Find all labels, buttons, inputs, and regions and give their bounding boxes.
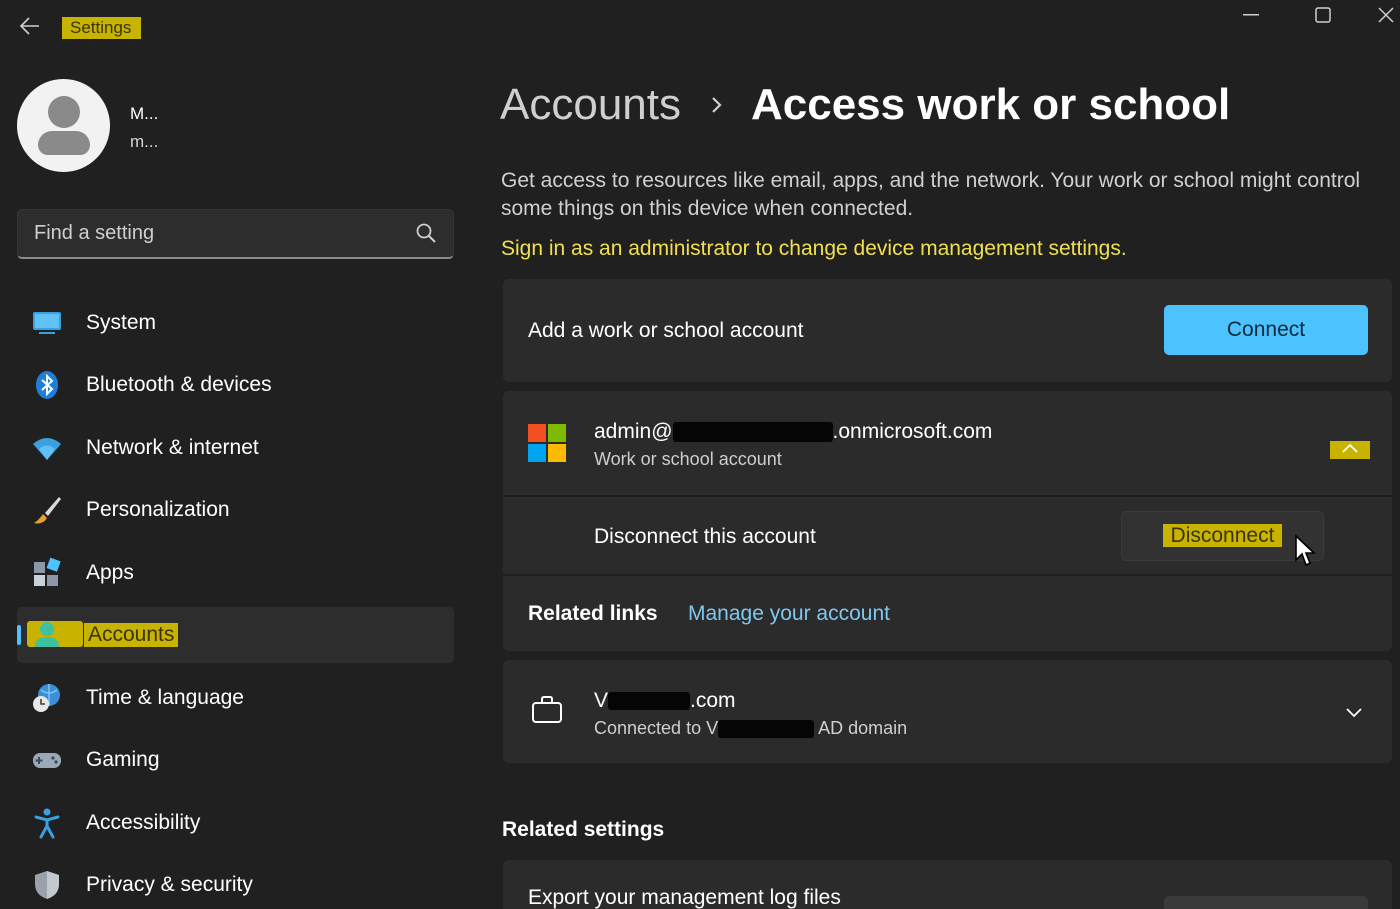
microsoft-logo-icon [528, 424, 566, 462]
chevron-right-icon [712, 97, 722, 113]
sidebar-item-label: Bluetooth & devices [86, 373, 272, 396]
account-email-prefix: admin@ [594, 420, 673, 443]
collapse-button[interactable] [1330, 435, 1370, 463]
search-icon[interactable] [415, 222, 437, 244]
accounts-icon [35, 622, 59, 647]
briefcase-icon [532, 696, 562, 723]
disconnect-button-label: Disconnect [1162, 524, 1283, 547]
account-email-suffix: .onmicrosoft.com [832, 420, 993, 443]
sidebar-item-label: Accounts [84, 623, 179, 647]
app-title: Settings [62, 17, 142, 39]
avatar [17, 79, 110, 172]
related-settings-title: Related settings [502, 818, 665, 841]
sidebar-item-bluetooth[interactable]: Bluetooth & devices [17, 357, 454, 413]
sidebar-item-gaming[interactable]: Gaming [17, 732, 454, 788]
domain-account-name: V .com [594, 689, 736, 713]
domain-name-suffix: .com [690, 689, 736, 712]
sidebar-item-apps[interactable]: Apps [17, 545, 454, 601]
sidebar-item-system[interactable]: System [17, 295, 454, 351]
wifi-icon [33, 438, 61, 460]
sidebar-item-time-language[interactable]: Time & language [17, 670, 454, 726]
minimize-icon [1243, 14, 1259, 16]
sidebar-item-personalization[interactable]: Personalization [17, 482, 454, 538]
add-account-card: Add a work or school account Connect [503, 279, 1392, 382]
chevron-down-icon [1346, 708, 1362, 718]
expand-button[interactable] [1338, 698, 1370, 726]
add-account-label: Add a work or school account [528, 319, 804, 342]
sidebar-item-network[interactable]: Network & internet [17, 420, 454, 476]
disconnect-label: Disconnect this account [594, 525, 816, 548]
divider [503, 495, 1392, 497]
admin-notice: Sign in as an administrator to change de… [501, 237, 1127, 260]
close-icon [1378, 7, 1394, 23]
domain-account-card[interactable]: V .com Connected to V AD domain [503, 660, 1392, 763]
accessibility-icon [34, 808, 60, 839]
sidebar-item-label: Privacy & security [86, 873, 253, 896]
domain-name-prefix: V [594, 689, 609, 712]
redaction-bar [608, 692, 691, 711]
minimize-button[interactable] [1228, 0, 1274, 30]
export-button[interactable] [1164, 896, 1368, 909]
sidebar-item-label: Accessibility [86, 811, 201, 834]
avatar-body [38, 131, 90, 155]
page-title: Access work or school [750, 80, 1231, 129]
sidebar-item-label: Personalization [86, 498, 230, 521]
domain-desc-prefix: Connected to V [594, 718, 719, 738]
sidebar-item-privacy-security[interactable]: Privacy & security [17, 857, 454, 909]
profile-name: M... [130, 104, 159, 123]
system-icon [33, 312, 61, 334]
chevron-up-icon [1342, 443, 1358, 453]
account-type: Work or school account [594, 449, 782, 469]
work-account-card: admin@ .onmicrosoft.com Work or school ac… [503, 391, 1392, 651]
brush-icon [34, 497, 61, 524]
sidebar-item-label: Network & internet [86, 436, 259, 459]
active-indicator [17, 625, 21, 645]
search-box[interactable] [17, 209, 454, 259]
maximize-button[interactable] [1300, 0, 1346, 30]
close-button[interactable] [1372, 0, 1400, 30]
bluetooth-icon [36, 371, 58, 399]
sidebar-item-accounts[interactable]: Accounts [17, 607, 454, 663]
export-logs-card: Export your management log files [503, 860, 1392, 909]
search-input[interactable] [18, 210, 398, 256]
back-button[interactable] [16, 12, 44, 40]
sidebar-item-accessibility[interactable]: Accessibility [17, 795, 454, 851]
maximize-icon [1315, 7, 1331, 23]
globe-clock-icon [33, 684, 60, 712]
mouse-cursor-icon [1295, 534, 1316, 567]
export-logs-label: Export your management log files [528, 886, 841, 909]
redaction-bar [672, 422, 833, 443]
divider [503, 574, 1392, 576]
account-email: admin@ .onmicrosoft.com [594, 420, 992, 444]
breadcrumb-parent[interactable]: Accounts [500, 80, 681, 130]
sidebar-item-label: Apps [86, 561, 134, 584]
profile-email: m... [130, 132, 159, 151]
sidebar-item-label: Time & language [86, 686, 244, 709]
domain-desc-suffix: AD domain [818, 718, 908, 738]
manage-account-link[interactable]: Manage your account [688, 602, 890, 626]
connect-button[interactable]: Connect [1164, 305, 1368, 355]
domain-account-description: Connected to V AD domain [594, 718, 907, 739]
avatar-head [48, 96, 80, 128]
breadcrumb: Accounts Access work or school [500, 80, 1230, 130]
page-description: Get access to resources like email, apps… [501, 169, 1361, 220]
apps-icon [34, 557, 61, 586]
related-links-label: Related links [528, 602, 658, 625]
redaction-bar [718, 720, 815, 739]
back-arrow-icon [20, 17, 39, 35]
sidebar-item-label: System [86, 311, 157, 334]
sidebar-item-label: Gaming [86, 748, 160, 771]
shield-icon [35, 871, 59, 899]
gamepad-icon [33, 753, 61, 768]
